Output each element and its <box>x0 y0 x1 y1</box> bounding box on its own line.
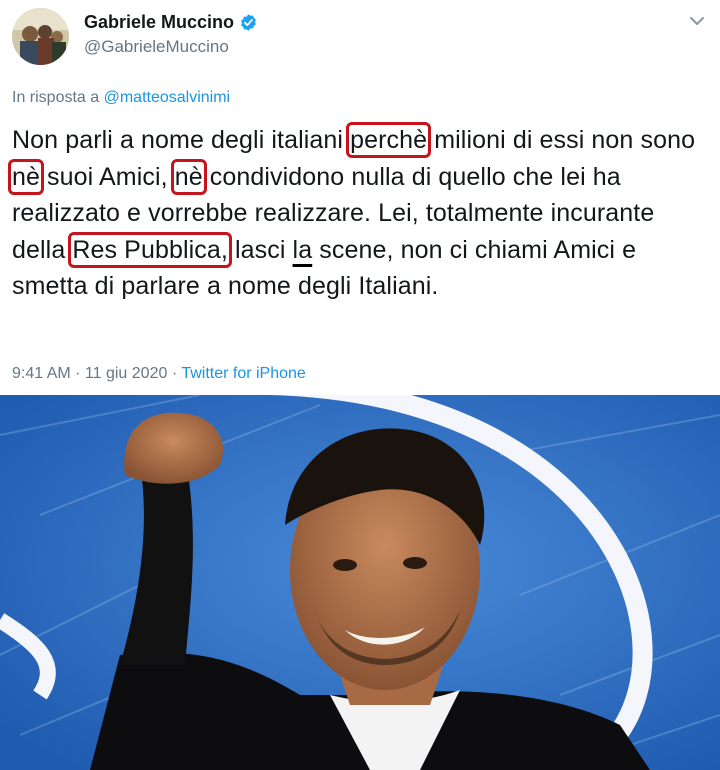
text-segment: Non parli a nome degli italiani <box>12 126 351 154</box>
portrait-photo <box>0 395 720 770</box>
reply-prefix: In risposta a <box>12 89 100 106</box>
tweet-card: Gabriele Muccino @GabrieleMuccino In ris… <box>0 0 720 395</box>
author-handle[interactable]: @GabrieleMuccino <box>84 37 229 57</box>
highlighted-word: nè <box>170 158 207 195</box>
author-avatar[interactable] <box>12 8 69 65</box>
reply-mention-link[interactable]: @matteosalvinimi <box>104 89 231 106</box>
highlighted-word: nè <box>7 158 45 195</box>
text-segment: suoi Amici, <box>40 162 175 191</box>
reply-context: In risposta a @matteosalvinimi <box>12 89 230 107</box>
tweet-time[interactable]: 9:41 AM <box>12 365 71 382</box>
tweet-metadata: 9:41 AM · 11 giu 2020 · Twitter for iPho… <box>12 365 306 383</box>
tweet-date[interactable]: 11 giu 2020 <box>85 365 167 382</box>
author-display-name[interactable]: Gabriele Muccino <box>84 12 234 33</box>
highlighted-word: perchè <box>346 122 432 158</box>
avatar-photo <box>12 8 69 65</box>
text-segment: lasci <box>227 235 293 264</box>
underlined-word: la <box>292 235 313 264</box>
tweet-photo[interactable] <box>0 395 720 770</box>
tweet-body: Non parli a nome degli italiani perchè m… <box>7 122 712 305</box>
verified-badge-icon <box>241 14 256 31</box>
chevron-down-icon[interactable] <box>688 12 706 30</box>
text-segment: milioni di essi non sono <box>427 126 696 154</box>
author-name-row: Gabriele Muccino <box>84 12 258 33</box>
tweet-source-link[interactable]: Twitter for iPhone <box>181 365 306 382</box>
meta-separator: · <box>167 365 182 382</box>
meta-separator: · <box>70 365 85 382</box>
highlighted-phrase: Res Pubblica, <box>68 231 232 268</box>
